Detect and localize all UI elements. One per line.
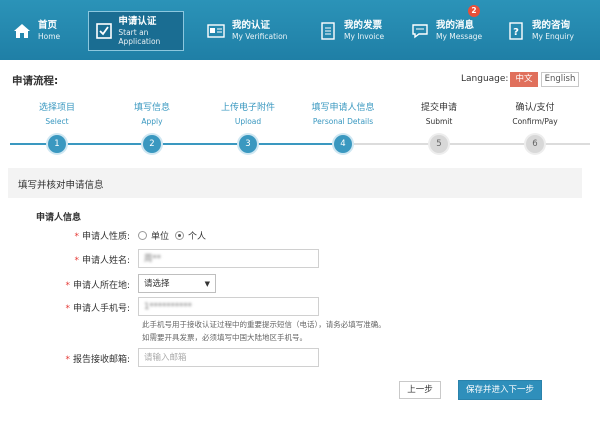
nav-my-invoice-sublabel: My Invoice [344, 32, 385, 42]
required-star: * [65, 304, 70, 314]
location-select[interactable]: 请选择 ▼ [138, 274, 216, 293]
radio-individual[interactable] [175, 231, 184, 240]
question-icon: ? [506, 21, 526, 41]
top-navigation: 首页 Home 申请认证 Start an Application 我的认证 M… [0, 0, 600, 60]
section-title: 填写并核对申请信息 [18, 180, 104, 191]
message-count-badge: 2 [468, 5, 480, 17]
applicant-name-label: * 申请人姓名: [74, 256, 130, 266]
step-6-label: 确认/支付 [515, 103, 555, 113]
applicant-phone-value: 1********** [144, 302, 192, 312]
applicant-name-value: 周** [144, 254, 162, 264]
applicant-name-input[interactable]: 周** [138, 249, 319, 268]
message-icon [410, 21, 430, 41]
phone-hint-text: 此手机号用于接收认证过程中的重要提示短信（电话），请务必填写准确。如需要开具发票… [142, 320, 386, 342]
nav-start-application-label: 申请认证 [118, 15, 157, 27]
required-star: * [74, 256, 79, 266]
svg-text:?: ? [513, 27, 519, 38]
previous-step-button[interactable]: 上一步 [399, 381, 441, 399]
step-2-circle: 2 [143, 135, 161, 153]
applicant-location-label: * 申请人所在地: [65, 281, 130, 291]
step-5-label: 提交申请 [420, 103, 457, 113]
checkbox-icon [95, 21, 112, 41]
applicant-type-label: * 申请人性质: [74, 232, 130, 242]
step-1-label: 选择项目 [38, 103, 75, 113]
invoice-icon [318, 21, 338, 41]
step-6-sublabel: Confirm/Pay [512, 117, 558, 126]
required-star: * [74, 232, 79, 242]
radio-organization[interactable] [138, 231, 147, 240]
step-1-sublabel: Select [45, 117, 69, 126]
nav-home-sublabel: Home [38, 32, 61, 42]
report-email-placeholder: 请输入邮箱 [144, 353, 187, 363]
step-5-sublabel: Submit [425, 117, 453, 126]
step-1-circle: 1 [48, 135, 66, 153]
required-star: * [65, 281, 70, 291]
certificate-icon [206, 21, 226, 41]
language-english-button[interactable]: English [541, 72, 579, 87]
nav-start-application[interactable]: 申请认证 Start an Application [88, 11, 184, 51]
nav-start-application-sublabel: Start an Application [118, 27, 161, 46]
home-icon [12, 21, 32, 41]
nav-my-enquiry[interactable]: ? 我的咨询 My Enquiry [506, 12, 574, 50]
nav-my-verification-sublabel: My Verification [232, 32, 288, 42]
applicant-info-title: 申请人信息 [36, 213, 82, 223]
nav-my-invoice[interactable]: 我的发票 My Invoice [318, 12, 384, 50]
required-star: * [65, 355, 70, 365]
step-2-sublabel: Apply [141, 117, 163, 126]
chevron-down-icon: ▼ [204, 280, 210, 288]
report-email-input[interactable]: 请输入邮箱 [138, 348, 319, 367]
nav-my-message[interactable]: 我的消息 My Message [410, 12, 482, 50]
nav-my-message-label: 我的消息 [436, 20, 475, 32]
nav-my-invoice-label: 我的发票 [344, 20, 383, 32]
nav-my-verification-label: 我的认证 [232, 20, 271, 32]
report-email-label: * 报告接收邮箱: [65, 355, 130, 365]
nav-my-verification[interactable]: 我的认证 My Verification [206, 12, 287, 50]
nav-my-message-sublabel: My Message [436, 32, 483, 42]
page-title: 申请流程: [12, 75, 59, 87]
language-chinese-button[interactable]: 中文 [510, 72, 538, 87]
nav-my-enquiry-sublabel: My Enquiry [532, 32, 574, 42]
radio-organization-label: 单位 [151, 232, 170, 242]
nav-home-label: 首页 [38, 20, 58, 32]
nav-home[interactable]: 首页 Home [12, 12, 60, 50]
step-4-label: 填写申请人信息 [311, 103, 375, 113]
step-3-label: 上传电子附件 [220, 103, 275, 113]
stepper-line-pending [344, 143, 590, 145]
step-2-label: 填写信息 [133, 103, 170, 113]
nav-my-enquiry-label: 我的咨询 [532, 20, 571, 32]
step-6-circle: 6 [526, 135, 544, 153]
step-3-sublabel: Upload [234, 117, 262, 126]
step-3-circle: 3 [239, 135, 257, 153]
step-5-circle: 5 [430, 135, 448, 153]
language-label: Language: [461, 74, 509, 84]
step-4-sublabel: Personal Details [312, 117, 374, 126]
applicant-phone-input[interactable]: 1********** [138, 297, 319, 316]
step-4-circle: 4 [334, 135, 352, 153]
location-select-value: 请选择 [144, 279, 170, 289]
radio-individual-label: 个人 [188, 232, 207, 242]
save-and-next-button[interactable]: 保存并进入下一步 [458, 380, 542, 400]
applicant-phone-label: * 申请人手机号: [65, 304, 130, 314]
